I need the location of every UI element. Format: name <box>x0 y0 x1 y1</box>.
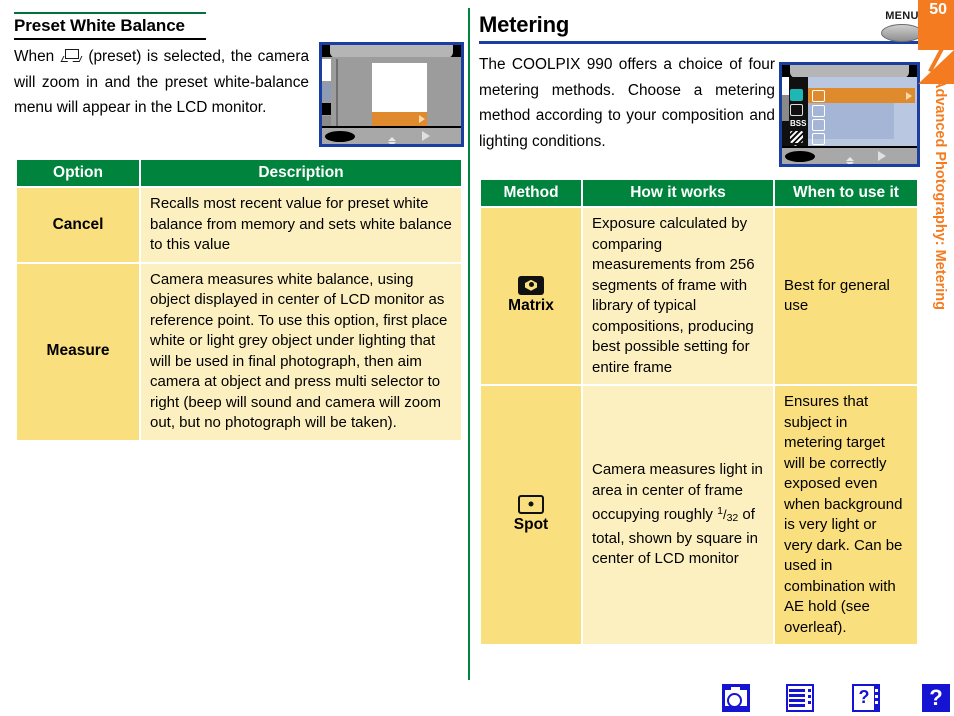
table-row: Spot Camera measures light in area in ce… <box>481 386 917 644</box>
left-intro-after: (preset) is selected, the camera will zo… <box>14 48 310 116</box>
col-header-description: Description <box>141 160 461 186</box>
method-matrix: Matrix <box>481 208 581 384</box>
how-it-works-spot: Camera measures light in area in center … <box>583 386 773 644</box>
scene-icon-rail <box>790 104 803 116</box>
col-header-option: Option <box>17 160 139 186</box>
camera-icon[interactable] <box>722 684 750 712</box>
bottom-navigation: ? ? <box>714 684 954 714</box>
preset-white-balance-icon <box>60 49 83 62</box>
table-row: Matrix Exposure calculated by comparing … <box>481 208 917 384</box>
help-page-question-mark: ? <box>858 687 870 707</box>
spot-metering-icon <box>518 494 544 514</box>
fraction-denominator: 32 <box>726 512 739 525</box>
left-intro-paragraph: When (preset) is selected, the camera wi… <box>14 44 309 121</box>
spot-fraction: 1/32 <box>717 505 739 525</box>
description-measure: Camera measures white balance, using obj… <box>141 263 461 440</box>
how-it-works-matrix: Exposure calculated by comparing measure… <box>583 208 773 384</box>
option-cancel: Cancel <box>17 188 139 262</box>
side-tab: 50 Advanced Photography: Metering <box>918 0 954 370</box>
option-measure: Measure <box>17 263 139 440</box>
heading-rule <box>479 41 919 44</box>
menu-button-oval <box>881 24 923 42</box>
lcd-screenshot-preset-white-balance <box>319 42 464 147</box>
method-spot: Spot <box>481 386 581 644</box>
spot-metering-label: Spot <box>513 515 549 533</box>
left-heading-wrap: Preset White Balance <box>14 12 206 40</box>
matrix-metering-label: Matrix <box>508 296 554 314</box>
help-page-icon[interactable]: ? <box>852 684 880 712</box>
bss-icon-rail: BSS <box>790 119 807 128</box>
spot-text-part1: Camera measures light in area in center … <box>592 461 763 524</box>
question-mark-glyph: ? <box>922 684 950 712</box>
table-header-row: Option Description <box>17 160 461 186</box>
menu-list-icon[interactable] <box>786 684 814 712</box>
page-number: 50 <box>929 1 947 18</box>
metering-methods-table: Method How it works When to use it Matri… <box>479 178 919 646</box>
side-tab-label: Advanced Photography: Metering <box>932 78 948 311</box>
fraction-numerator: 1 <box>717 505 723 518</box>
question-mark-icon[interactable]: ? <box>922 684 950 712</box>
matrix-option-icon <box>812 90 825 102</box>
description-cancel: Recalls most recent value for preset whi… <box>141 188 461 262</box>
col-header-when-to-use-it: When to use it <box>775 180 917 206</box>
left-intro-before: When <box>14 48 55 65</box>
table-row: Measure Camera measures white balance, u… <box>17 263 461 440</box>
spot-af-option-icon <box>812 133 825 145</box>
page-title-metering: Metering <box>479 12 570 37</box>
table-header-row: Method How it works When to use it <box>481 180 917 206</box>
spot-option-icon <box>812 105 825 117</box>
when-to-use-spot: Ensures that subject in metering target … <box>775 386 917 644</box>
col-header-how-it-works: How it works <box>583 180 773 206</box>
matrix-metering-icon-rail <box>790 89 803 101</box>
lcd-screenshot-metering-menu: BSS <box>779 62 920 167</box>
col-header-method: Method <box>481 180 581 206</box>
right-intro-paragraph: The COOLPIX 990 offers a choice of four … <box>479 56 775 150</box>
page-title-preset-white-balance: Preset White Balance <box>14 12 206 40</box>
column-divider <box>468 8 470 680</box>
center-weighted-option-icon <box>812 119 825 131</box>
preset-white-balance-table: Option Description Cancel Recalls most r… <box>15 158 463 442</box>
table-row: Cancel Recalls most recent value for pre… <box>17 188 461 262</box>
when-to-use-matrix: Best for general use <box>775 208 917 384</box>
matrix-metering-icon <box>518 275 544 295</box>
image-adjust-icon-rail <box>790 131 803 143</box>
